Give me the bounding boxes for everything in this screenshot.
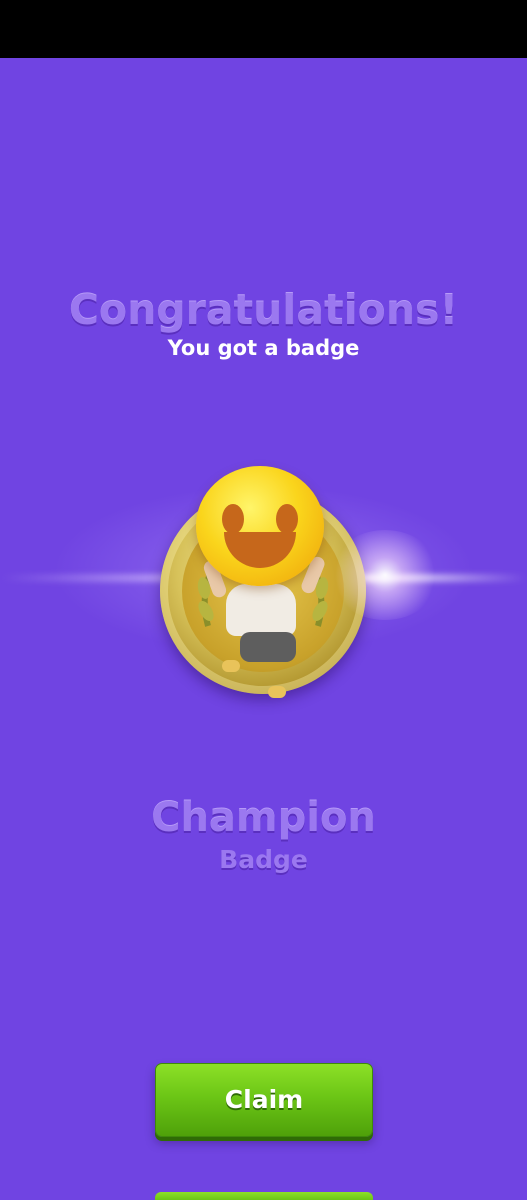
badge-name: Champion [151,795,376,841]
secondary-button[interactable] [155,1192,373,1200]
smiley-mouth [224,532,296,568]
smiley-face-icon [196,466,324,586]
character-shirt [226,584,296,636]
character-right-shoe [268,686,286,698]
claim-button[interactable]: Claim [155,1063,373,1137]
character-legs [240,632,296,662]
badge-type-label: Badge [219,845,308,874]
character-left-shoe [222,660,240,672]
smiley-right-eye [276,504,298,534]
lens-flare [330,530,440,620]
status-bar [0,0,527,58]
smiley-left-eye [222,504,244,534]
badge-subtitle: You got a badge [167,336,360,360]
congratulations-title: Congratulations! [68,286,459,334]
